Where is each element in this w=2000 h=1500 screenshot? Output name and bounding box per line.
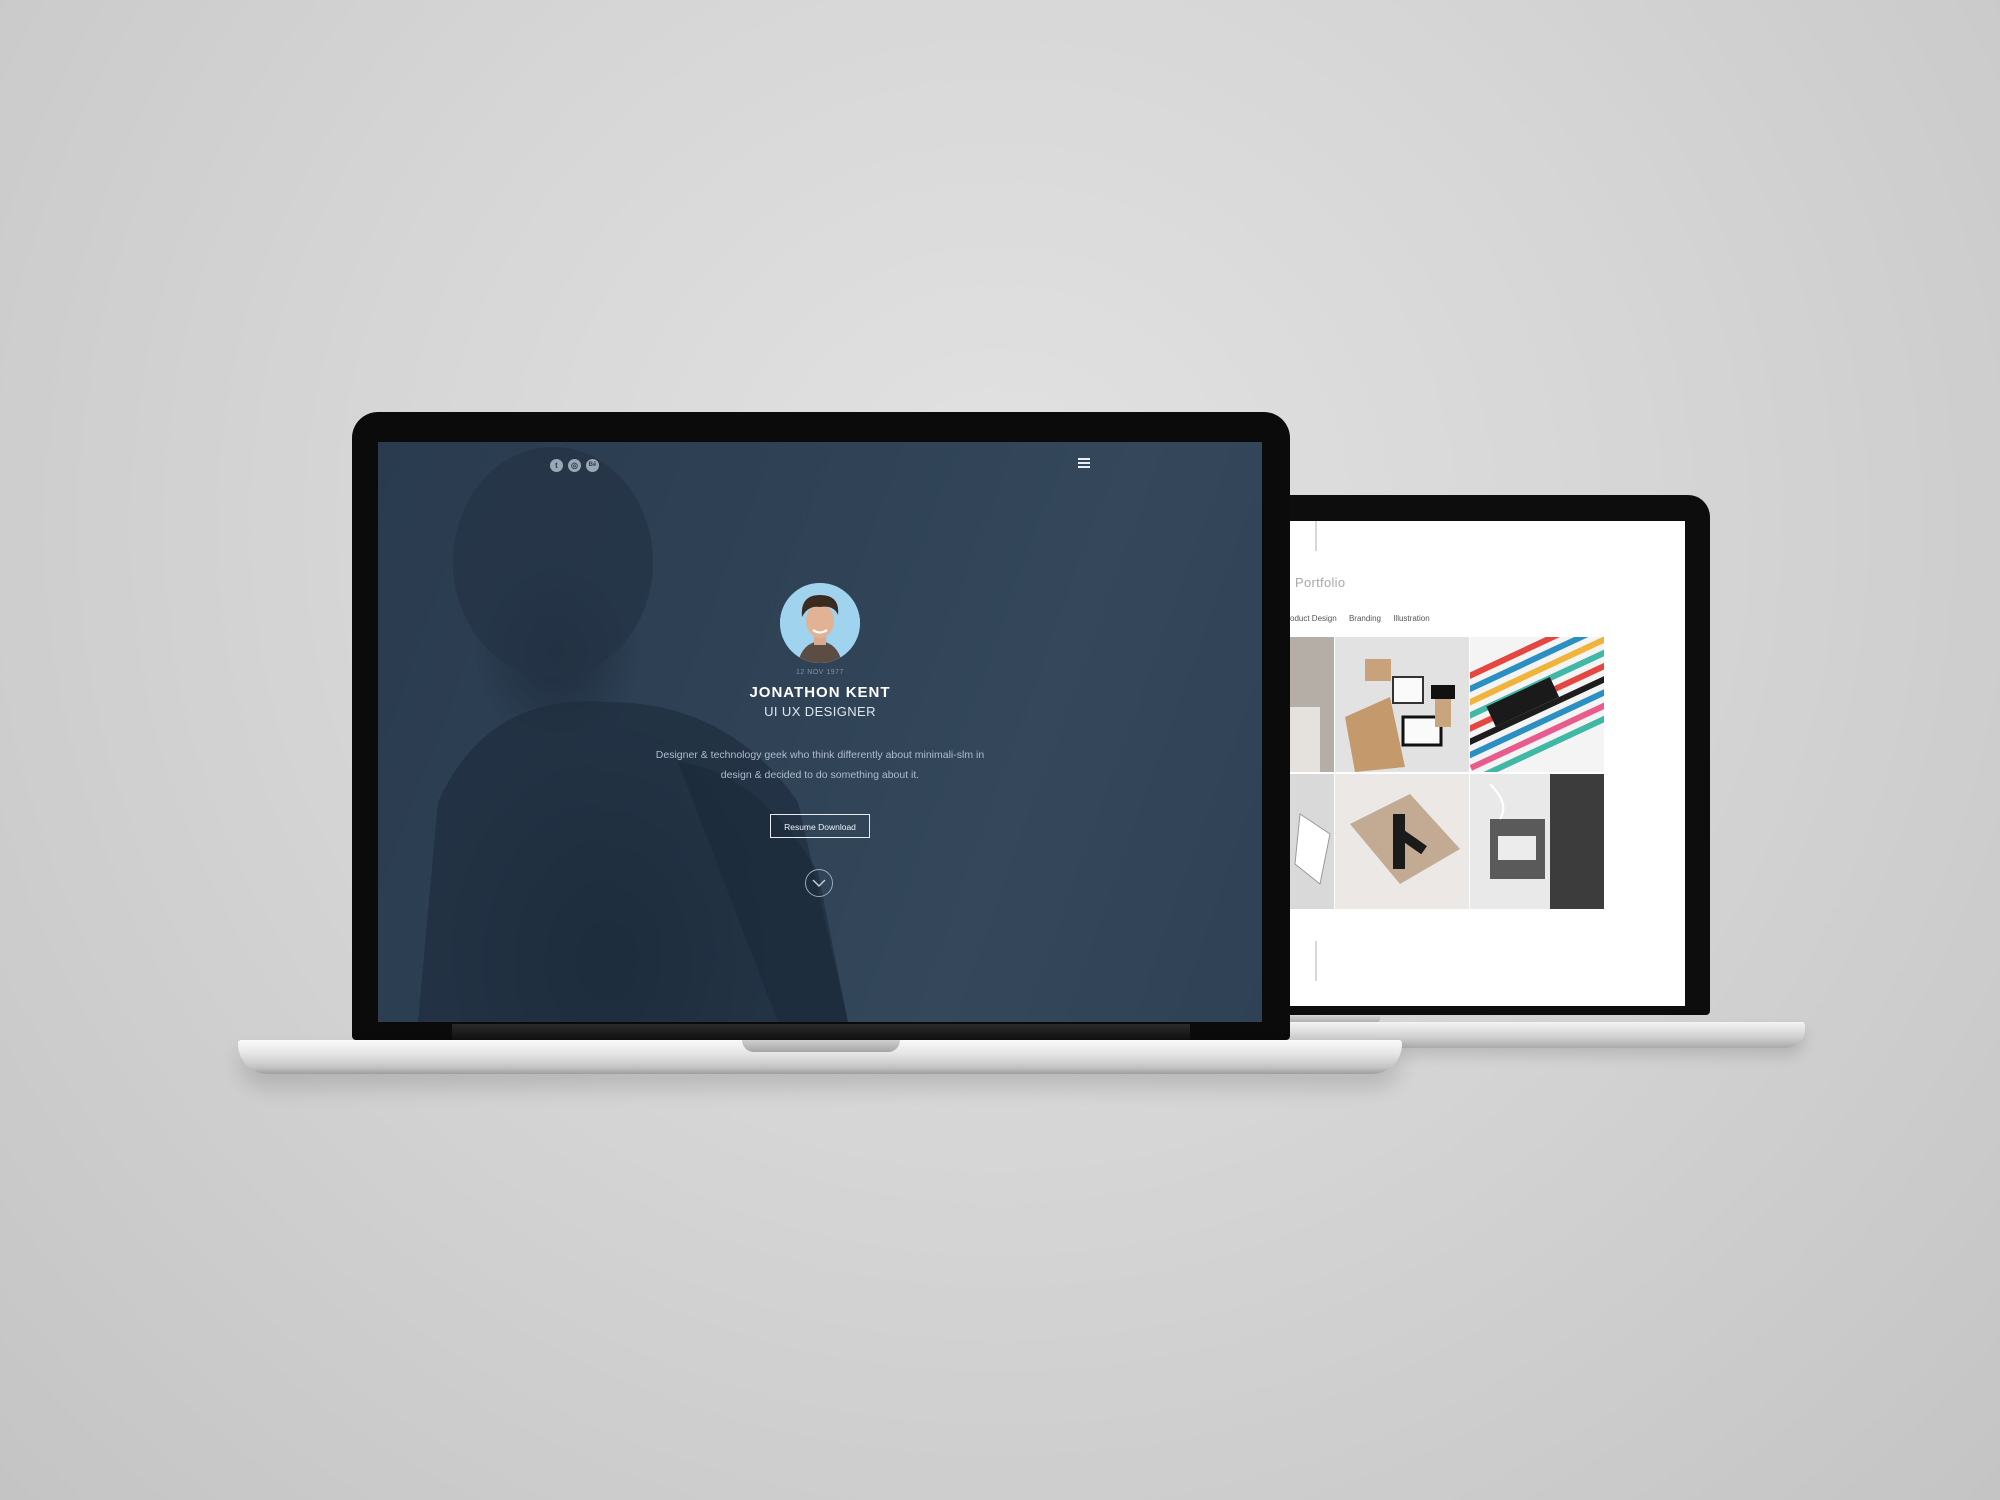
portfolio-item[interactable] xyxy=(1470,637,1604,772)
profile-role: UI UX DESIGNER xyxy=(764,704,876,719)
profile-name: JONATHON KENT xyxy=(749,684,891,701)
behance-icon[interactable]: Bē xyxy=(586,459,599,472)
filter-product-design[interactable]: Product Design xyxy=(1282,614,1337,623)
dribbble-icon[interactable]: ◎ xyxy=(568,459,581,472)
portfolio-item[interactable] xyxy=(1335,774,1469,909)
profile-bio: Designer & technology geek who think dif… xyxy=(655,749,985,781)
social-links: t ◎ Bē xyxy=(550,459,599,472)
front-laptop-hinge xyxy=(452,1024,1190,1040)
front-laptop-screen: t ◎ Bē 12 NOV 1977 JONATHON KENT UI UX D… xyxy=(378,442,1262,1022)
mockup-scene: Portfolio Product Design Branding Illust… xyxy=(0,0,2000,1500)
portfolio-title: Portfolio xyxy=(1295,575,1346,590)
front-laptop-notch xyxy=(742,1040,900,1052)
avatar xyxy=(780,583,860,663)
back-laptop-screen: Portfolio Product Design Branding Illust… xyxy=(1230,521,1685,1006)
portfolio-grid xyxy=(1230,637,1645,909)
scroll-down-button[interactable] xyxy=(805,869,833,897)
chevron-down-icon xyxy=(812,879,826,887)
twitter-icon[interactable]: t xyxy=(550,459,563,472)
divider-line xyxy=(1315,521,1317,551)
hero-background-image xyxy=(418,447,848,1022)
portfolio-item[interactable] xyxy=(1335,637,1469,772)
filter-branding[interactable]: Branding xyxy=(1349,614,1381,623)
resume-download-button[interactable]: Resume Download xyxy=(770,814,870,838)
portfolio-item[interactable] xyxy=(1470,774,1604,909)
hamburger-menu-icon[interactable] xyxy=(1078,458,1090,470)
portfolio-filters: Product Design Branding Illustration xyxy=(1282,614,1440,623)
filter-illustration[interactable]: Illustration xyxy=(1393,614,1429,623)
divider-line xyxy=(1315,941,1317,981)
birth-date: 12 NOV 1977 xyxy=(796,669,844,676)
